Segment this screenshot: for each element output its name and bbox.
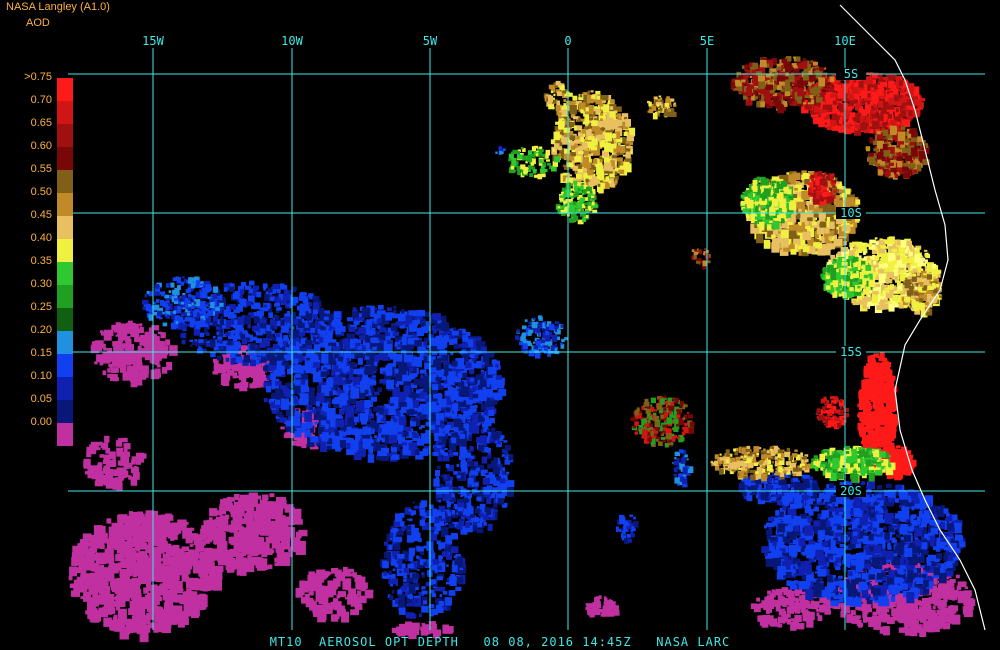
legend-label: 0.25 xyxy=(30,301,52,313)
longitude-label: 5E xyxy=(700,34,714,48)
legend-label: 0.60 xyxy=(30,140,52,152)
legend-swatch xyxy=(57,147,73,170)
legend-swatch xyxy=(57,78,73,101)
legend-label: 0.30 xyxy=(30,278,52,290)
legend-swatch xyxy=(57,377,73,400)
legend-swatch xyxy=(57,308,73,331)
legend-swatch xyxy=(57,400,73,423)
legend-label: 0.50 xyxy=(30,186,52,198)
legend-swatch xyxy=(57,331,73,354)
legend-label: 0.35 xyxy=(30,255,52,267)
longitude-label: 15W xyxy=(142,34,164,48)
legend-swatch xyxy=(57,124,73,147)
legend-label: 0.65 xyxy=(30,117,52,129)
longitude-label: 10W xyxy=(281,34,303,48)
legend-label: 0.00 xyxy=(30,416,52,428)
legend-label: 0.05 xyxy=(30,393,52,405)
legend-label: 0.55 xyxy=(30,163,52,175)
legend-swatch xyxy=(57,193,73,216)
legend-label: >0.75 xyxy=(24,71,52,83)
legend-label: 0.10 xyxy=(30,370,52,382)
longitude-label: 5W xyxy=(423,34,438,48)
legend-label: 0.70 xyxy=(30,94,52,106)
latitude-label: 5S xyxy=(844,67,858,81)
legend-label: 0.20 xyxy=(30,324,52,336)
latitude-label: 15S xyxy=(840,345,862,359)
legend-swatch xyxy=(57,239,73,262)
longitude-label: 10E xyxy=(834,34,856,48)
legend-swatch xyxy=(57,354,73,377)
legend-label: 0.15 xyxy=(30,347,52,359)
legend-swatch xyxy=(57,101,73,124)
product-title: NASA Langley (A1.0) xyxy=(6,1,110,13)
aod-map: 15W 10W 5W 0 5E 10E 5S 10S 15S 20S xyxy=(68,4,986,643)
latitude-label: 10S xyxy=(840,206,862,220)
legend-label: 0.45 xyxy=(30,209,52,221)
legend-swatch xyxy=(57,216,73,239)
legend-entry: 0.00 xyxy=(6,416,76,446)
footer-caption: MT10 AEROSOL OPT DEPTH 08 08, 2016 14:45… xyxy=(269,635,731,649)
longitude-label: 0 xyxy=(564,34,571,48)
color-legend: >0.75 0.70 0.65 0.60 0.55 0.50 0.45 0.40 0.35 0.3… xyxy=(6,71,76,446)
legend-swatch xyxy=(57,262,73,285)
legend-swatch xyxy=(57,423,73,446)
legend-label: 0.40 xyxy=(30,232,52,244)
product-subtitle: AOD xyxy=(26,17,50,29)
latitude-label: 20S xyxy=(840,484,862,498)
legend-swatch xyxy=(57,170,73,193)
legend-swatch xyxy=(57,285,73,308)
